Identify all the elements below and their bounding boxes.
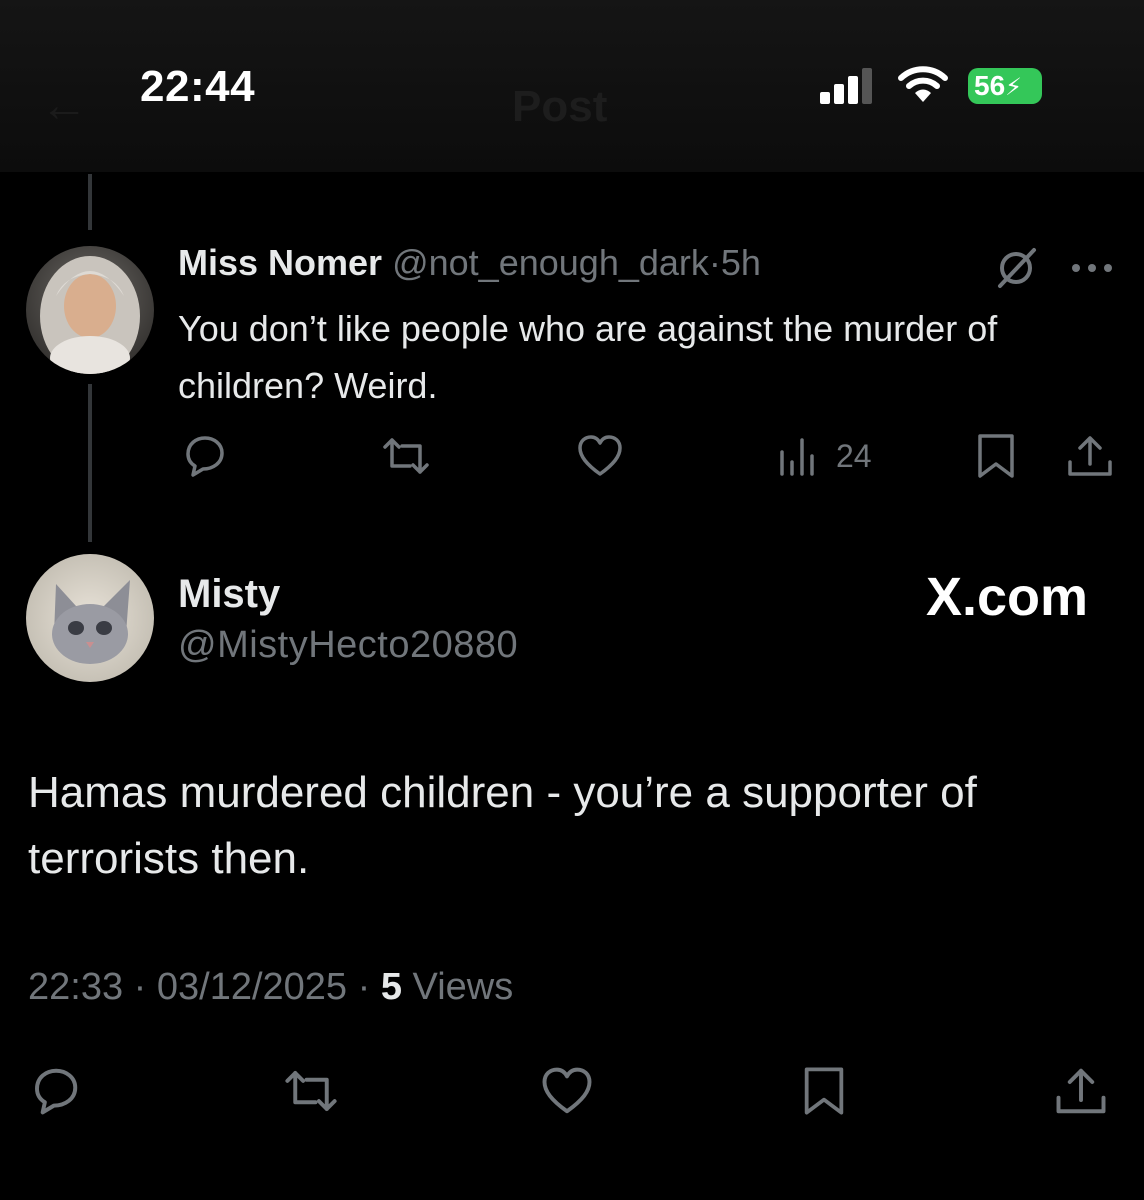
status-bar: ← Post 22:44 56⚡ — [0, 0, 1144, 172]
tweet-time: 22:33 — [28, 966, 124, 1008]
avatar-misty[interactable] — [26, 554, 154, 682]
share-icon[interactable] — [1054, 1064, 1108, 1118]
grok-icon[interactable] — [994, 246, 1038, 290]
avatar-image — [26, 246, 154, 374]
thread-line-bottom — [88, 384, 92, 542]
retweet-icon[interactable] — [382, 432, 430, 480]
battery-indicator: 56⚡ — [968, 68, 1042, 104]
views-icon[interactable] — [776, 432, 824, 480]
thread-line-top — [88, 174, 92, 230]
views-count: 5 — [380, 966, 402, 1008]
main-display-name[interactable]: Misty — [178, 572, 280, 617]
bookmark-icon[interactable] — [798, 1064, 850, 1118]
reply-handle[interactable]: @not_enough_dark — [392, 242, 709, 283]
avatar-miss-nomer[interactable] — [26, 246, 154, 374]
wifi-icon — [898, 66, 948, 102]
main-tweet-text: Hamas murdered children - you’re a suppo… — [28, 768, 977, 883]
reply-display-name[interactable]: Miss Nomer — [178, 242, 382, 283]
like-icon[interactable] — [540, 1064, 594, 1118]
share-icon[interactable] — [1066, 432, 1114, 480]
reply-age: 5h — [720, 242, 761, 283]
reply-text: You don’t like people who are against th… — [178, 308, 998, 406]
watermark-xcom: X.com — [925, 567, 1088, 627]
reply-header: Miss Nomer @not_enough_dark·5h — [178, 242, 761, 284]
views-label[interactable]: Views — [413, 966, 514, 1008]
retweet-icon[interactable] — [282, 1064, 340, 1118]
main-handle[interactable]: @MistyHecto20880 — [178, 624, 518, 667]
battery-level: 56 — [974, 70, 1006, 101]
separator-dot: · — [708, 242, 721, 283]
avatar-image — [26, 554, 154, 682]
more-icon[interactable] — [1070, 262, 1114, 274]
reply-views-count: 24 — [836, 438, 872, 474]
tweet-date: 03/12/2025 — [156, 966, 348, 1008]
charging-bolt-icon: ⚡ — [1005, 74, 1023, 101]
reply-icon[interactable] — [180, 432, 228, 480]
tweet-meta: 22:33 · 03/12/2025 · 5 Views — [28, 966, 513, 1009]
like-icon[interactable] — [576, 432, 624, 480]
cellular-signal-icon — [820, 68, 872, 104]
separator-dot: · — [357, 966, 371, 1008]
separator-dot: · — [133, 966, 147, 1008]
header-title: Post — [512, 82, 608, 131]
status-time: 22:44 — [140, 62, 256, 111]
back-arrow-icon[interactable]: ← — [40, 78, 88, 133]
bookmark-icon[interactable] — [972, 432, 1020, 480]
reply-icon[interactable] — [28, 1064, 82, 1118]
